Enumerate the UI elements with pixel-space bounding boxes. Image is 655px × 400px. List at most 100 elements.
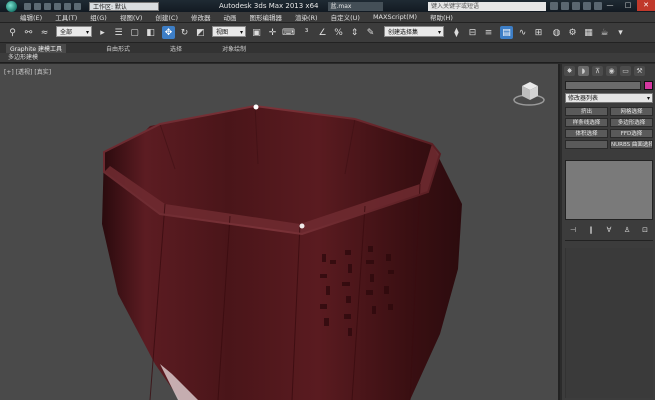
edit-named-selection-icon[interactable]: ✎ (364, 26, 377, 39)
show-end-result-icon[interactable]: ‖ (586, 226, 596, 235)
menu-graph-editors[interactable]: 图形编辑器 (250, 12, 283, 22)
layer-manager-icon[interactable]: ≡ (482, 26, 495, 39)
select-object-icon[interactable]: ▸ (96, 26, 109, 39)
unlink-icon[interactable]: ⚯ (22, 26, 35, 39)
schematic-view-icon[interactable]: ⊞ (532, 26, 545, 39)
keyboard-shortcut-override-icon[interactable]: ⌨ (282, 26, 295, 39)
menu-rendering[interactable]: 渲染(R) (295, 12, 318, 22)
modifier-buttons: 挤出 网格选择 样条线选择 多边形选择 体积选择 FFD选择 NURBS 曲面选… (565, 107, 653, 149)
quick-access-toolbar (24, 2, 81, 10)
pivot-center-icon[interactable]: ▣ (250, 26, 263, 39)
menu-edit[interactable]: 编辑(E) (20, 12, 42, 22)
reference-coordinate-dropdown[interactable]: 视图 (212, 26, 246, 38)
new-file-icon[interactable] (24, 2, 31, 10)
tab-object-paint[interactable]: 对象绘制 (222, 44, 246, 53)
tab-graphite-modeling[interactable]: Graphite 建模工具 (6, 43, 67, 53)
menu-maxscript[interactable]: MAXScript(M) (373, 13, 417, 21)
menu-help[interactable]: 帮助(H) (430, 12, 453, 22)
app-logo-button[interactable] (0, 0, 22, 12)
graphite-toggle-icon[interactable]: ▤ (500, 26, 513, 39)
menu-modifiers[interactable]: 修改器 (191, 12, 211, 22)
select-and-link-icon[interactable]: ⚲ (6, 26, 19, 39)
window-crossing-icon[interactable]: ◧ (144, 26, 157, 39)
modify-panel-icon[interactable]: ◗ (578, 66, 589, 76)
tab-freeform[interactable]: 自由形式 (106, 44, 130, 53)
extrude-button[interactable]: 挤出 (565, 107, 608, 116)
rectangular-selection-icon[interactable]: ▢ (128, 26, 141, 39)
modifier-stack-view[interactable] (565, 160, 653, 220)
spline-select-button[interactable]: 样条线选择 (565, 118, 608, 127)
redo-icon[interactable] (64, 2, 71, 10)
curve-editor-icon[interactable]: ∿ (516, 26, 529, 39)
render-production-icon[interactable]: ☕ (598, 26, 611, 39)
bind-to-space-warp-icon[interactable]: ≈ (38, 26, 51, 39)
select-and-rotate-icon[interactable]: ↻ (178, 26, 191, 39)
percent-snap-icon[interactable]: % (332, 26, 345, 39)
menu-customize[interactable]: 自定义(U) (331, 12, 360, 22)
command-panel: ✸ ◗ ⊼ ◉ ▭ ⚒ 修改器列表 挤出 网格选择 样条线选择 多边形选择 体积… (562, 64, 655, 400)
utilities-panel-icon[interactable]: ⚒ (634, 66, 645, 76)
panel-divider (565, 240, 653, 241)
select-and-manipulate-icon[interactable]: ✛ (266, 26, 279, 39)
hierarchy-panel-icon[interactable]: ⊼ (592, 66, 603, 76)
menu-tools[interactable]: 工具(T) (55, 12, 77, 22)
save-file-icon[interactable] (44, 2, 51, 10)
rendered-frame-window-icon[interactable]: ▦ (582, 26, 595, 39)
vol-select-button[interactable]: 体积选择 (565, 129, 608, 138)
snaps-toggle-icon[interactable]: ³ (300, 26, 313, 39)
parameters-rollout-area[interactable] (565, 248, 653, 398)
perspective-viewport[interactable]: [+] [透视] [真实] (0, 64, 560, 400)
workspace-dropdown[interactable]: 工作区: 默认 (89, 1, 159, 11)
configure-modifier-sets-icon[interactable]: ⊡ (640, 226, 650, 235)
cup-model[interactable] (0, 64, 560, 400)
title-bar: 工作区: 默认 Autodesk 3ds Max 2013 x64 盆.max … (0, 0, 655, 12)
named-selection-dropdown[interactable]: 创建选择集 (384, 26, 444, 38)
communication-icon[interactable] (572, 2, 580, 10)
nurbs-surface-select-button[interactable]: NURBS 曲面选择 (610, 140, 653, 149)
search-input[interactable]: 键入关键字或短语 (428, 2, 546, 11)
modifier-list-dropdown[interactable]: 修改器列表 (565, 93, 653, 104)
polygon-modeling-panel[interactable]: 多边形建模 (0, 53, 655, 63)
remove-modifier-icon[interactable]: ♙ (622, 226, 632, 235)
motion-panel-icon[interactable]: ◉ (606, 66, 617, 76)
angle-snap-icon[interactable]: ∠ (316, 26, 329, 39)
file-name: 盆.max (328, 1, 384, 11)
select-and-scale-icon[interactable]: ◩ (194, 26, 207, 39)
subscription-icon[interactable] (561, 2, 569, 10)
menu-group[interactable]: 组(G) (90, 12, 107, 22)
minimize-button[interactable]: — (601, 0, 619, 11)
display-panel-icon[interactable]: ▭ (620, 66, 631, 76)
select-and-move-icon[interactable]: ✥ (162, 26, 175, 39)
menu-create[interactable]: 创建(C) (155, 12, 178, 22)
render-dropdown-icon[interactable]: ▾ (614, 26, 627, 39)
open-file-icon[interactable] (34, 2, 41, 10)
object-color-swatch[interactable] (644, 81, 653, 90)
align-icon[interactable]: ⊟ (466, 26, 479, 39)
stack-tools: ⊣ ‖ ∀ ♙ ⊡ (568, 226, 650, 235)
undo-icon[interactable] (54, 2, 61, 10)
render-setup-icon[interactable]: ⚙ (566, 26, 579, 39)
project-folder-icon[interactable] (74, 2, 81, 10)
maximize-button[interactable]: □ (619, 0, 637, 11)
select-by-name-icon[interactable]: ☰ (112, 26, 125, 39)
viewcube-icon[interactable] (512, 78, 546, 108)
favorites-icon[interactable] (583, 2, 591, 10)
material-editor-icon[interactable]: ◍ (550, 26, 563, 39)
search-icon[interactable] (550, 2, 558, 10)
selection-filter-dropdown[interactable]: 全部 (56, 26, 92, 38)
ffd-select-button[interactable]: FFD选择 (610, 129, 653, 138)
close-button[interactable]: ✕ (637, 0, 655, 11)
pin-stack-icon[interactable]: ⊣ (568, 226, 578, 235)
mesh-select-button[interactable]: 网格选择 (610, 107, 653, 116)
poly-select-button[interactable]: 多边形选择 (610, 118, 653, 127)
empty-modifier-button[interactable] (565, 140, 608, 149)
spinner-snap-icon[interactable]: ⇕ (348, 26, 361, 39)
make-unique-icon[interactable]: ∀ (604, 226, 614, 235)
mirror-icon[interactable]: ⧫ (450, 26, 463, 39)
create-panel-icon[interactable]: ✸ (564, 66, 575, 76)
3dsmax-logo-icon (5, 0, 17, 12)
menu-animation[interactable]: 动画 (224, 12, 237, 22)
tab-selection[interactable]: 选择 (170, 44, 182, 53)
menu-views[interactable]: 视图(V) (120, 12, 143, 22)
object-name-field[interactable] (565, 81, 641, 90)
